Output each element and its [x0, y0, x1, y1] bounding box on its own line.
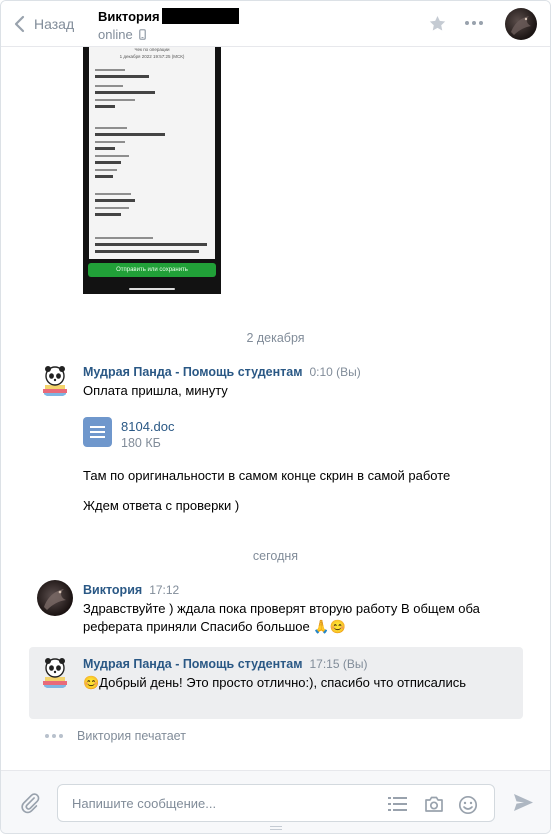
message-text: Здравствуйте ) ждала пока проверят втору… [83, 601, 480, 634]
typing-dots-icon [45, 734, 63, 738]
message-composer: Напишите сообщение... [1, 770, 550, 833]
receipt-paper: Чек по операции 1 декабря 2022 19:57:25 … [89, 47, 215, 259]
message-author[interactable]: Мудрая Панда - Помощь студентам [83, 365, 302, 379]
resize-grip-icon[interactable] [270, 826, 282, 832]
send-icon[interactable] [513, 793, 534, 812]
paperclip-icon[interactable] [19, 792, 41, 814]
back-label: Назад [34, 16, 75, 32]
message-time[interactable]: 17:15 (Вы) [309, 657, 367, 671]
peer-name: Виктория [98, 8, 160, 24]
home-indicator [129, 288, 175, 290]
receipt-date: 1 декабря 2022 19:57:25 (МСК) [120, 54, 185, 59]
message-header: Мудрая Панда - Помощь студентам 17:15 (В… [83, 657, 367, 671]
chat-header: Назад Виктория online [1, 1, 550, 47]
receipt-lines-icon: Чек по операции 1 декабря 2022 19:57:25 … [95, 47, 207, 253]
message-text: Там по оригинальности в самом конце скри… [83, 468, 451, 483]
phone-icon [138, 29, 146, 40]
message-author[interactable]: Виктория [83, 583, 142, 597]
victoria-avatar[interactable] [37, 580, 73, 616]
chat-window: Назад Виктория online Чек по операции 1 … [0, 0, 551, 834]
panda-icon [43, 658, 67, 688]
receipt-send-button: Отправить или сохранить [88, 263, 216, 277]
message-text: 😊Добрый день! Это просто отлично:), спас… [83, 675, 466, 690]
doc-name[interactable]: 8104.doc [121, 419, 175, 434]
date-separator: 2 декабря [246, 331, 305, 345]
receipt-header: Чек по операции [135, 47, 170, 52]
peer-status: online [98, 27, 133, 42]
message-header: Мудрая Панда - Помощь студентам 0:10 (Вы… [83, 365, 361, 379]
doc-attachment[interactable]: 8104.doc 180 КБ [83, 417, 175, 450]
message-header: Виктория 17:12 [83, 583, 179, 597]
back-button[interactable]: Назад [13, 12, 74, 36]
message-text: Оплата пришла, минуту [83, 383, 228, 398]
message-input[interactable]: Напишите сообщение... [57, 784, 495, 822]
receipt-screenshot-image[interactable]: Чек по операции 1 декабря 2022 19:57:25 … [83, 47, 221, 294]
message-time[interactable]: 0:10 (Вы) [309, 365, 360, 379]
date-separator: сегодня [252, 549, 299, 563]
panda-icon [43, 366, 67, 396]
typing-text: Виктория печатает [77, 729, 186, 743]
chevron-left-icon [14, 15, 25, 33]
document-icon [83, 417, 112, 447]
message-time[interactable]: 17:12 [149, 583, 179, 597]
doc-size: 180 КБ [121, 436, 161, 450]
panda-avatar[interactable] [37, 362, 73, 398]
message-input-placeholder: Напишите сообщение... [72, 796, 217, 811]
panda-avatar[interactable] [37, 654, 73, 690]
typing-indicator: Виктория печатает [45, 729, 186, 743]
redaction-bar [161, 8, 239, 24]
dragon-avatar-icon [511, 16, 531, 35]
star-icon[interactable] [428, 14, 447, 33]
camera-icon[interactable] [424, 795, 444, 813]
emoji-icon[interactable] [458, 795, 478, 815]
message-author[interactable]: Мудрая Панда - Помощь студентам [83, 657, 302, 671]
message-text: Ждем ответа с проверки ) [83, 498, 240, 513]
more-icon[interactable] [465, 21, 483, 25]
peer-avatar[interactable] [505, 8, 537, 40]
dragon-avatar-icon [44, 589, 66, 610]
template-list-icon[interactable] [388, 795, 408, 813]
peer-info[interactable]: Виктория online [98, 7, 239, 42]
